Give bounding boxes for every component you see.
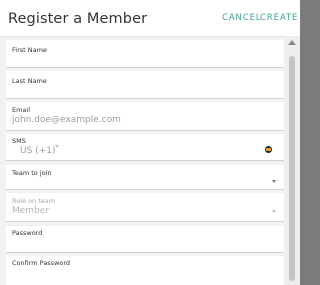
- us-flag-icon: [265, 146, 272, 153]
- first-name-label: First Name: [12, 46, 47, 54]
- email-underline: [6, 130, 284, 131]
- team-select-field[interactable]: Team to join: [6, 165, 284, 190]
- role-value: Member: [12, 206, 50, 216]
- password-label: Password: [12, 229, 43, 237]
- password-field[interactable]: Password: [6, 226, 284, 253]
- email-placeholder: john.doe@example.com: [12, 115, 121, 125]
- scroll-up-arrow-icon[interactable]: [288, 40, 296, 45]
- scrollbar-thumb[interactable]: [289, 56, 295, 281]
- role-select-field[interactable]: Role on team Member: [6, 193, 284, 222]
- sms-field[interactable]: SMS US (+1): [6, 134, 284, 161]
- last-name-underline: [6, 98, 284, 99]
- team-underline: [6, 189, 284, 190]
- team-label: Team to join: [12, 169, 52, 177]
- create-button[interactable]: CREATE: [260, 13, 298, 23]
- dialog-title: Register a Member: [8, 11, 148, 27]
- first-name-underline: [6, 67, 284, 68]
- sms-underline: [6, 160, 284, 161]
- team-chevron-down-icon[interactable]: [272, 180, 276, 183]
- email-label: Email: [12, 106, 31, 114]
- first-name-field[interactable]: First Name: [6, 40, 284, 68]
- country-code-select[interactable]: US (+1): [20, 146, 55, 156]
- role-underline: [6, 221, 284, 222]
- cancel-button[interactable]: CANCEL: [222, 13, 262, 23]
- email-field[interactable]: Email john.doe@example.com: [6, 102, 284, 131]
- password-underline: [6, 252, 284, 253]
- register-member-dialog: Register a Member CANCEL CREATE First Na…: [0, 0, 300, 285]
- sms-label: SMS: [12, 137, 26, 145]
- confirm-password-field[interactable]: Confirm Password: [6, 256, 284, 285]
- dialog-header: Register a Member CANCEL CREATE: [0, 0, 300, 37]
- last-name-label: Last Name: [12, 77, 47, 85]
- role-label: Role on team: [12, 197, 56, 205]
- role-chevron-down-icon[interactable]: [272, 210, 276, 213]
- last-name-field[interactable]: Last Name: [6, 71, 284, 99]
- country-chevron-down-icon[interactable]: [55, 145, 59, 148]
- confirm-password-label: Confirm Password: [12, 259, 71, 267]
